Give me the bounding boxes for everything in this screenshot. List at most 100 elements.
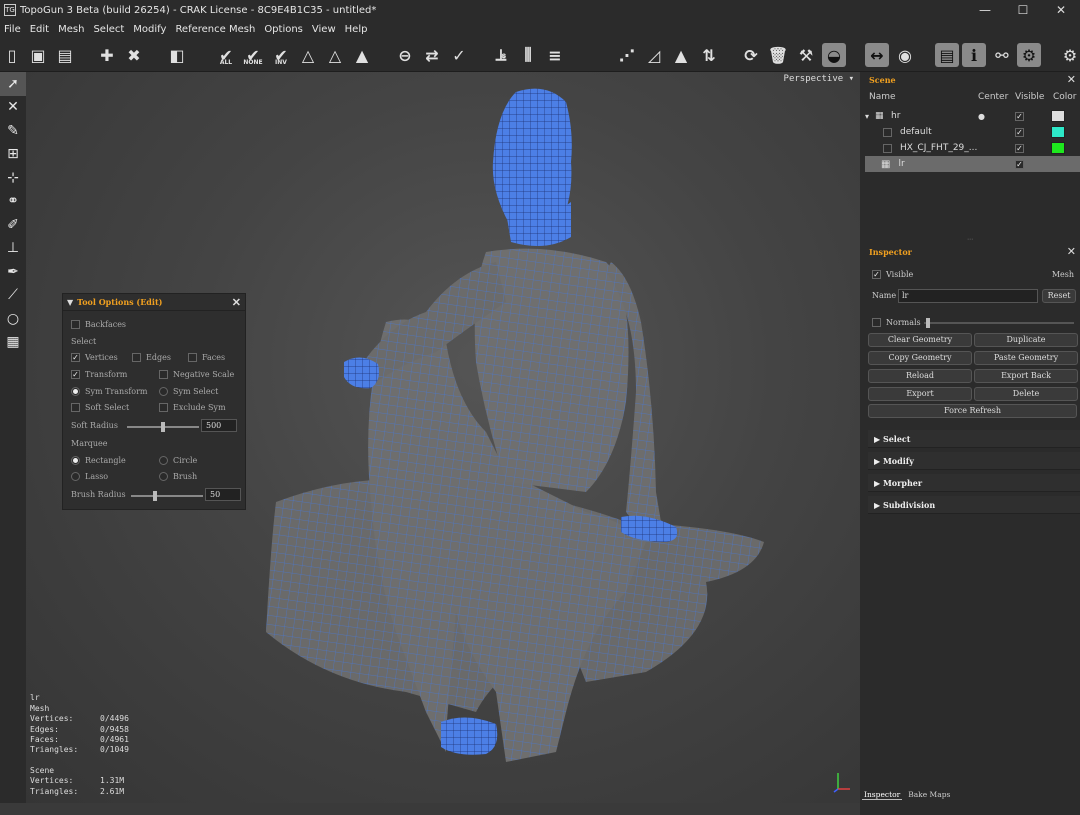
select-loop-icon[interactable]: ⊖: [393, 43, 417, 67]
menu-modify[interactable]: Modify: [133, 24, 166, 35]
soft-radius-slider-knob[interactable]: [160, 422, 165, 432]
reset-button[interactable]: Reset: [1042, 289, 1076, 303]
add-icon[interactable]: ✚: [95, 43, 119, 67]
refresh-icon[interactable]: ⟳: [739, 43, 763, 67]
paste-geometry-button[interactable]: Paste Geometry: [974, 351, 1078, 365]
menu-view[interactable]: View: [312, 24, 336, 35]
soft-select-checkbox[interactable]: Soft Select: [71, 403, 129, 412]
backfaces-checkbox[interactable]: Backfaces: [71, 320, 126, 329]
flip-icon[interactable]: ⇅: [697, 43, 721, 67]
reload-button[interactable]: Reload: [868, 369, 972, 383]
trash-icon[interactable]: 🗑: [766, 43, 790, 67]
nodes-icon[interactable]: ⚯: [990, 43, 1014, 67]
minimize-button[interactable]: —: [966, 0, 1004, 20]
symmetry-icon[interactable]: ↔: [865, 43, 889, 67]
export-button[interactable]: Export: [868, 387, 972, 401]
x-ray-icon[interactable]: ◉: [893, 43, 917, 67]
col-visible[interactable]: Visible: [1015, 92, 1044, 102]
normals-slider[interactable]: [924, 318, 1074, 328]
tab-bake-maps[interactable]: Bake Maps: [906, 790, 952, 800]
section-select[interactable]: ▶ Select: [868, 430, 1080, 448]
select-invert-icon[interactable]: ✔ INV: [269, 43, 293, 67]
menu-file[interactable]: File: [4, 24, 21, 35]
new-file-icon[interactable]: ▯: [0, 43, 24, 67]
soft-radius-slider[interactable]: [127, 422, 199, 432]
reference-mesh-icon[interactable]: ◒: [822, 43, 846, 67]
delete-icon[interactable]: ✖: [122, 43, 146, 67]
align-icon[interactable]: ⫡: [489, 43, 513, 67]
vertices-checkbox[interactable]: ✓ Vertices: [71, 353, 118, 362]
lasso-radio[interactable]: Lasso: [71, 472, 108, 481]
brush-radius-slider[interactable]: [131, 491, 203, 501]
menu-mesh[interactable]: Mesh: [58, 24, 84, 35]
close-button[interactable]: ✕: [1042, 0, 1080, 20]
transform-checkbox[interactable]: ✓ Transform: [71, 370, 127, 379]
sym-select-radio[interactable]: Sym Select: [159, 387, 218, 396]
draw-tool-icon[interactable]: ✎: [0, 119, 26, 143]
menu-select[interactable]: Select: [93, 24, 124, 35]
scene-row-hr[interactable]: ▾ ▦ hr ● ✓: [865, 108, 1080, 124]
fill-icon[interactable]: ▲: [669, 43, 693, 67]
move-tool-icon[interactable]: ✕: [0, 96, 26, 120]
copy-geometry-button[interactable]: Copy Geometry: [868, 351, 972, 365]
close-icon[interactable]: ✕: [1067, 72, 1076, 88]
normals-checkbox[interactable]: Normals: [872, 318, 921, 327]
select-grow-icon[interactable]: △: [296, 43, 320, 67]
select-confirm-icon[interactable]: ✓: [447, 43, 471, 67]
copy-icon[interactable]: ◧: [165, 43, 189, 67]
export-back-button[interactable]: Export Back: [974, 369, 1078, 383]
row-select-checkbox[interactable]: [883, 143, 892, 153]
close-icon[interactable]: ✕: [232, 296, 241, 309]
select-tool-icon[interactable]: ➚: [0, 72, 26, 96]
grid-tool-icon[interactable]: ▦: [0, 331, 26, 355]
brush-tool-icon[interactable]: ✐: [0, 213, 26, 237]
menu-help[interactable]: Help: [345, 24, 368, 35]
select-none-icon[interactable]: ✔ NONE: [241, 43, 265, 67]
normals-slider-knob[interactable]: [926, 318, 930, 328]
collapse-triangle-icon[interactable]: ▼: [67, 297, 73, 307]
select-ring-icon[interactable]: ⇄: [420, 43, 444, 67]
menu-reference-mesh[interactable]: Reference Mesh: [175, 24, 255, 35]
scene-row-default[interactable]: default ✓: [865, 124, 1080, 140]
section-modify[interactable]: ▶ Modify: [868, 452, 1080, 470]
select-shrink-icon[interactable]: △: [323, 43, 347, 67]
expand-arrow-icon[interactable]: ▾: [865, 112, 875, 121]
center-dot-icon[interactable]: ●: [978, 112, 985, 121]
knife-tool-icon[interactable]: ⟋: [0, 284, 26, 308]
connections-icon[interactable]: ⚙: [1017, 43, 1041, 67]
loop-tool-icon[interactable]: ⚭: [0, 190, 26, 214]
extrude-tool-icon[interactable]: ⊹: [0, 166, 26, 190]
duplicate-button[interactable]: Duplicate: [974, 333, 1078, 347]
visible-checkbox[interactable]: ✓: [1015, 143, 1024, 153]
brush-radio[interactable]: Brush: [159, 472, 197, 481]
visible-checkbox[interactable]: ✓ Visible: [872, 270, 913, 279]
section-subdivision[interactable]: ▶ Subdivision: [868, 496, 1080, 514]
circle-radio[interactable]: Circle: [159, 456, 197, 465]
menu-options[interactable]: Options: [264, 24, 303, 35]
soft-radius-input[interactable]: 500: [201, 419, 237, 432]
delete-button[interactable]: Delete: [974, 387, 1078, 401]
tool-options-header[interactable]: ▼ Tool Options (Edit) ✕: [63, 294, 245, 311]
pen-tool-icon[interactable]: ✒: [0, 260, 26, 284]
sym-transform-radio[interactable]: Sym Transform: [71, 387, 148, 396]
panel-splitter[interactable]: ⋯: [860, 237, 1080, 243]
section-morpher[interactable]: ▶ Morpher: [868, 474, 1080, 492]
save-icon[interactable]: ▣: [26, 43, 50, 67]
row-select-checkbox[interactable]: [883, 127, 892, 137]
visible-checkbox[interactable]: ✓: [1015, 159, 1024, 169]
col-center[interactable]: Center: [978, 92, 1008, 102]
tools-icon[interactable]: ⚒: [794, 43, 818, 67]
bridge-tool-icon[interactable]: ⊞: [0, 143, 26, 167]
exclude-sym-checkbox[interactable]: Exclude Sym: [159, 403, 226, 412]
color-swatch[interactable]: [1051, 126, 1065, 138]
info-icon[interactable]: ℹ: [962, 43, 986, 67]
clear-geometry-button[interactable]: Clear Geometry: [868, 333, 972, 347]
rectangle-radio[interactable]: Rectangle: [71, 456, 126, 465]
color-swatch[interactable]: [1051, 142, 1065, 154]
tab-inspector[interactable]: Inspector: [862, 790, 903, 800]
col-name[interactable]: Name: [869, 92, 896, 102]
edges-checkbox[interactable]: Edges: [132, 353, 171, 362]
weld-icon[interactable]: ⋰: [615, 43, 639, 67]
color-swatch[interactable]: [1051, 110, 1065, 122]
scene-panel-icon[interactable]: ▤: [935, 43, 959, 67]
